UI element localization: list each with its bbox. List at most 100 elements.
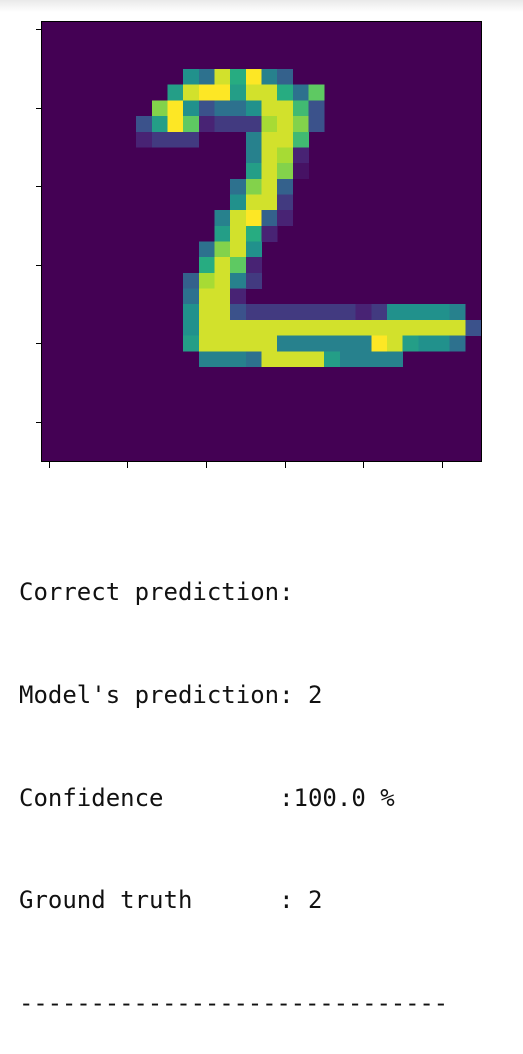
digit-pixel bbox=[386, 351, 403, 368]
digit-pixel bbox=[433, 335, 450, 352]
digit-pixel bbox=[277, 319, 294, 336]
digit-pixel bbox=[230, 100, 247, 117]
y-axis-tick bbox=[36, 265, 41, 266]
digit-pixel bbox=[355, 304, 372, 321]
x-axis-tick bbox=[49, 462, 50, 468]
digit-pixel bbox=[386, 304, 403, 321]
digit-pixel bbox=[292, 84, 309, 101]
digit-pixel bbox=[245, 163, 262, 180]
y-axis-tick bbox=[36, 108, 41, 109]
digit-pixel bbox=[183, 131, 200, 148]
x-axis-tick bbox=[285, 462, 286, 468]
digit-pixel bbox=[449, 304, 466, 321]
digit-pixel bbox=[214, 100, 231, 117]
digit-pixel bbox=[324, 304, 341, 321]
digit-pixel bbox=[183, 69, 200, 86]
digit-pixel bbox=[371, 335, 388, 352]
digit-pixel bbox=[198, 319, 215, 336]
digit-pixel bbox=[402, 304, 419, 321]
digit-pixel bbox=[277, 100, 294, 117]
digit-pixel bbox=[183, 84, 200, 101]
digit-pixel bbox=[245, 178, 262, 195]
digit-pixel bbox=[136, 116, 153, 133]
digit-pixel bbox=[183, 100, 200, 117]
digit-pixel bbox=[230, 69, 247, 86]
separator-line: ------------------------------ bbox=[19, 988, 448, 1017]
digit-pixel bbox=[214, 272, 231, 289]
digit-pixel bbox=[214, 288, 231, 305]
digit-pixel bbox=[339, 304, 356, 321]
digit-pixel bbox=[371, 304, 388, 321]
digit-pixel bbox=[230, 241, 247, 258]
digit-pixel bbox=[183, 288, 200, 305]
model-prediction-line: Model's prediction: 2 bbox=[19, 681, 323, 709]
digit-pixel bbox=[261, 131, 278, 148]
digit-pixel bbox=[230, 288, 247, 305]
digit-pixel bbox=[292, 304, 309, 321]
digit-pixel bbox=[245, 210, 262, 227]
digit-pixel bbox=[308, 100, 325, 117]
digit-pixel bbox=[277, 178, 294, 195]
digit-pixel bbox=[261, 319, 278, 336]
digit-pixel bbox=[214, 116, 231, 133]
digit-pixel bbox=[339, 319, 356, 336]
digit-pixel bbox=[230, 116, 247, 133]
digit-pixel bbox=[292, 147, 309, 164]
y-axis-tick bbox=[36, 343, 41, 344]
digit-pixel bbox=[402, 335, 419, 352]
digit-pixel bbox=[261, 210, 278, 227]
digit-pixel bbox=[277, 335, 294, 352]
digit-pixel bbox=[261, 116, 278, 133]
digit-pixel bbox=[277, 351, 294, 368]
digit-pixel bbox=[386, 335, 403, 352]
digit-pixel bbox=[230, 257, 247, 274]
y-axis-tick bbox=[36, 29, 41, 30]
digit-pixel bbox=[371, 319, 388, 336]
digit-pixel bbox=[292, 116, 309, 133]
digit-pixel bbox=[151, 100, 168, 117]
digit-pixel bbox=[261, 304, 278, 321]
digit-pixel-grid bbox=[136, 69, 481, 368]
digit-pixel bbox=[277, 147, 294, 164]
digit-pixel bbox=[198, 288, 215, 305]
digit-pixel bbox=[261, 84, 278, 101]
digit-pixel bbox=[198, 116, 215, 133]
digit-pixel bbox=[277, 84, 294, 101]
digit-pixel bbox=[230, 351, 247, 368]
digit-pixel bbox=[136, 131, 153, 148]
digit-pixel bbox=[386, 319, 403, 336]
digit-pixel bbox=[230, 225, 247, 242]
digit-pixel bbox=[418, 319, 435, 336]
digit-pixel bbox=[308, 116, 325, 133]
digit-pixel bbox=[308, 304, 325, 321]
digit-pixel bbox=[198, 335, 215, 352]
digit-pixel bbox=[277, 210, 294, 227]
confidence-line: Confidence :100.0 % bbox=[19, 783, 395, 812]
digit-pixel bbox=[214, 210, 231, 227]
digit-pixel bbox=[198, 69, 215, 86]
digit-pixel bbox=[292, 131, 309, 148]
digit-pixel bbox=[339, 335, 356, 352]
x-axis-tick bbox=[442, 462, 443, 468]
y-axis-tick bbox=[36, 186, 41, 187]
digit-pixel bbox=[292, 100, 309, 117]
digit-pixel bbox=[308, 319, 325, 336]
result-heading: Correct prediction: bbox=[19, 578, 294, 607]
digit-pixel bbox=[214, 351, 231, 368]
digit-pixel bbox=[371, 351, 388, 368]
digit-pixel bbox=[245, 241, 262, 258]
digit-pixel bbox=[245, 351, 262, 368]
digit-pixel bbox=[261, 225, 278, 242]
digit-pixel bbox=[433, 304, 450, 321]
x-axis-tick bbox=[127, 462, 128, 468]
digit-pixel bbox=[308, 335, 325, 352]
digit-pixel bbox=[261, 69, 278, 86]
digit-pixel bbox=[245, 100, 262, 117]
digit-pixel bbox=[198, 304, 215, 321]
digit-pixel bbox=[245, 84, 262, 101]
digit-pixel bbox=[245, 194, 262, 211]
digit-pixel bbox=[183, 272, 200, 289]
digit-pixel bbox=[198, 241, 215, 258]
digit-pixel bbox=[198, 351, 215, 368]
digit-pixel bbox=[245, 69, 262, 86]
